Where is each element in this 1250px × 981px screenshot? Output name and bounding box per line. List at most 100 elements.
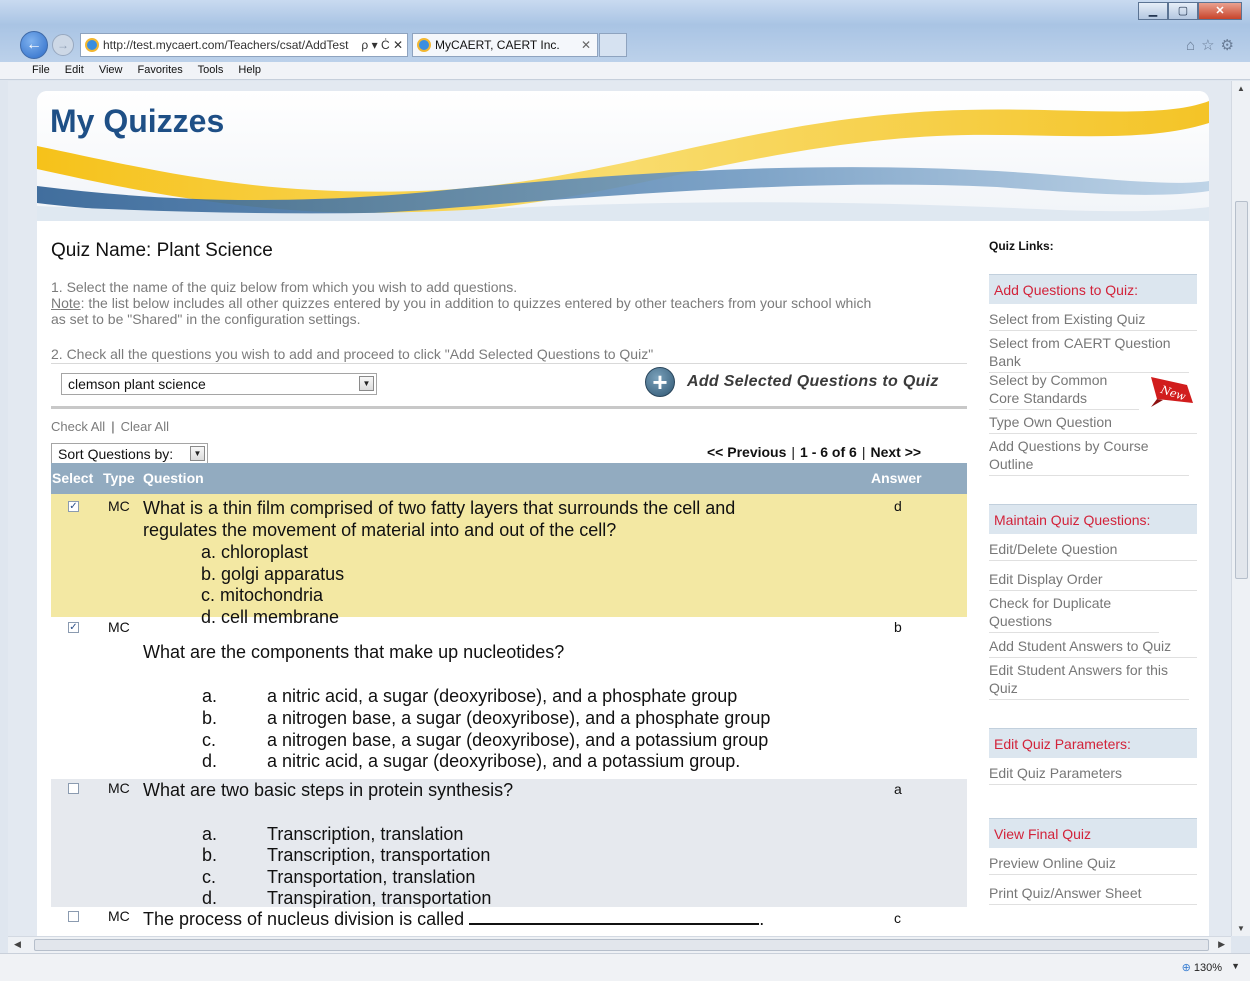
- page-range: 1 - 6 of 6: [800, 444, 857, 460]
- home-icon[interactable]: ⌂: [1186, 37, 1201, 54]
- sidebar-link-duplicates[interactable]: Check for Duplicate Questions: [989, 594, 1159, 633]
- question-answer: c: [894, 910, 901, 926]
- option-letter: a.: [202, 824, 218, 844]
- answer-option: c. mitochondria: [201, 585, 324, 605]
- add-selected-questions-button[interactable]: + Add Selected Questions to Quiz: [645, 367, 939, 397]
- clear-all-link[interactable]: Clear All: [121, 419, 169, 434]
- check-links: Check All | Clear All: [51, 419, 169, 434]
- sidebar-link-edit-parameters[interactable]: Edit Quiz Parameters: [989, 764, 1197, 785]
- close-window-icon[interactable]: ✕: [1198, 2, 1242, 20]
- sidebar-link-add-student-answers[interactable]: Add Student Answers to Quiz: [989, 637, 1197, 658]
- sidebar-heading-parameters: Edit Quiz Parameters:: [989, 728, 1197, 758]
- maximize-icon[interactable]: ▢: [1168, 2, 1198, 20]
- browser-title-bar: ▁ ▢ ✕ ← → http://test.mycaert.com/Teache…: [0, 0, 1250, 62]
- menu-bar: File Edit View Favorites Tools Help: [0, 62, 1250, 80]
- close-tab-icon[interactable]: ✕: [581, 34, 591, 56]
- sort-questions-dropdown[interactable]: Sort Questions by: ▼: [51, 443, 208, 465]
- option-letter: d.: [202, 751, 218, 771]
- sidebar-link-edit-student-answers[interactable]: Edit Student Answers for this Quiz: [989, 661, 1189, 700]
- question-type: MC: [108, 908, 130, 924]
- menu-tools[interactable]: Tools: [198, 64, 224, 76]
- vertical-scrollbar[interactable]: ▲ ▼: [1231, 81, 1250, 936]
- sidebar-link-caert-bank[interactable]: Select from CAERT Question Bank: [989, 334, 1189, 373]
- column-answer: Answer: [871, 470, 922, 486]
- back-arrow-icon[interactable]: ←: [20, 31, 48, 59]
- check-all-link[interactable]: Check All: [51, 419, 105, 434]
- scroll-left-icon[interactable]: ◀: [14, 939, 21, 950]
- address-tools-icons[interactable]: ρ ▾ Ċ ✕: [357, 34, 403, 56]
- ie-page-icon: [85, 38, 99, 52]
- scroll-down-icon[interactable]: ▼: [1237, 924, 1245, 933]
- menu-view[interactable]: View: [99, 64, 123, 76]
- menu-file[interactable]: File: [32, 64, 50, 76]
- menu-edit[interactable]: Edit: [65, 64, 84, 76]
- sidebar-link-preview-online[interactable]: Preview Online Quiz: [989, 854, 1197, 875]
- question-answer: d: [894, 498, 902, 514]
- address-bar[interactable]: http://test.mycaert.com/Teachers/csat/Ad…: [80, 33, 408, 57]
- question-checkbox[interactable]: [68, 911, 79, 922]
- question-text: What is a thin film comprised of two fat…: [143, 498, 736, 518]
- quiz-links-title: Quiz Links:: [989, 239, 1054, 253]
- scroll-right-icon[interactable]: ▶: [1218, 939, 1225, 950]
- note-label: Note: [51, 295, 81, 311]
- page-content: My Quizzes Quiz Name: Plant Science 1. S…: [37, 91, 1209, 936]
- fill-in-blank: [469, 909, 760, 925]
- sidebar-link-existing-quiz[interactable]: Select from Existing Quiz: [989, 310, 1197, 331]
- previous-page-link[interactable]: << Previous: [707, 444, 786, 460]
- scroll-up-icon[interactable]: ▲: [1237, 84, 1245, 93]
- note-line-2: as set to be "Shared" in the configurati…: [51, 311, 361, 327]
- next-page-link[interactable]: Next >>: [870, 444, 921, 460]
- window-controls: ▁ ▢ ✕: [1138, 2, 1242, 20]
- quiz-select-dropdown[interactable]: clemson plant science ▼: [61, 373, 377, 395]
- divider-thick: [51, 406, 967, 409]
- table-row: MC The process of nucleus division is ca…: [51, 907, 967, 936]
- sidebar-heading-maintain: Maintain Quiz Questions:: [989, 504, 1197, 534]
- question-text-end: .: [759, 909, 765, 929]
- settings-gear-icon[interactable]: ⚙: [1221, 37, 1240, 54]
- new-tab-button[interactable]: [599, 33, 627, 57]
- option-letter: b.: [202, 845, 218, 865]
- sidebar-link-edit-delete[interactable]: Edit/Delete Question: [989, 540, 1197, 561]
- horizontal-scroll-thumb[interactable]: [34, 939, 1209, 951]
- zoom-level[interactable]: ⊕ 130%: [1182, 961, 1222, 974]
- zoom-value: 130%: [1193, 962, 1222, 974]
- option-letter: b.: [202, 708, 218, 728]
- column-question: Question: [143, 470, 204, 486]
- question-checkbox[interactable]: ✓: [68, 501, 79, 512]
- horizontal-scrollbar[interactable]: ◀ ▶: [8, 936, 1231, 953]
- zoom-dropdown-icon[interactable]: ▼: [1231, 961, 1240, 971]
- sidebar-link-common-core[interactable]: Select by Common Core Standards: [989, 371, 1139, 410]
- question-answer: b: [894, 619, 902, 635]
- menu-favorites[interactable]: Favorites: [138, 64, 183, 76]
- answer-option: a nitrogen base, a sugar (deoxyribose), …: [267, 730, 769, 750]
- answer-option: Transpiration, transportation: [267, 888, 492, 908]
- page-title: My Quizzes: [50, 103, 225, 139]
- question-checkbox[interactable]: [68, 783, 79, 794]
- option-letter: c.: [202, 730, 217, 750]
- quiz-select-value: clemson plant science: [68, 376, 206, 392]
- chevron-down-icon: ▼: [359, 376, 374, 391]
- browser-toolbar-icons: ⌂☆⚙: [1186, 36, 1240, 54]
- menu-help[interactable]: Help: [238, 64, 261, 76]
- browser-tab[interactable]: MyCAERT, CAERT Inc. ✕: [412, 33, 598, 57]
- note-line: Note: the list below includes all other …: [51, 295, 961, 311]
- answer-option: Transcription, translation: [267, 824, 464, 844]
- question-checkbox[interactable]: ✓: [68, 622, 79, 633]
- answer-option: a nitric acid, a sugar (deoxyribose), an…: [267, 751, 741, 771]
- table-row: MC What are two basic steps in protein s…: [51, 779, 967, 908]
- sidebar-link-course-outline[interactable]: Add Questions by Course Outline: [989, 437, 1189, 476]
- favorites-star-icon[interactable]: ☆: [1201, 37, 1220, 54]
- browser-viewport: My Quizzes Quiz Name: Plant Science 1. S…: [8, 81, 1231, 936]
- minimize-icon[interactable]: ▁: [1138, 2, 1168, 20]
- sidebar-link-display-order[interactable]: Edit Display Order: [989, 570, 1197, 591]
- pager-divider: |: [791, 444, 796, 460]
- answer-option: a nitrogen base, a sugar (deoxyribose), …: [267, 708, 771, 728]
- sidebar-link-print-quiz[interactable]: Print Quiz/Answer Sheet: [989, 884, 1197, 905]
- forward-arrow-icon[interactable]: →: [52, 34, 74, 56]
- address-url: http://test.mycaert.com/Teachers/csat/Ad…: [103, 38, 349, 52]
- chevron-down-icon: ▼: [190, 446, 205, 461]
- question-text: What are two basic steps in protein synt…: [143, 780, 514, 800]
- sidebar-link-type-own[interactable]: Type Own Question: [989, 413, 1197, 434]
- option-letter: d.: [202, 888, 218, 908]
- vertical-scroll-thumb[interactable]: [1235, 201, 1248, 579]
